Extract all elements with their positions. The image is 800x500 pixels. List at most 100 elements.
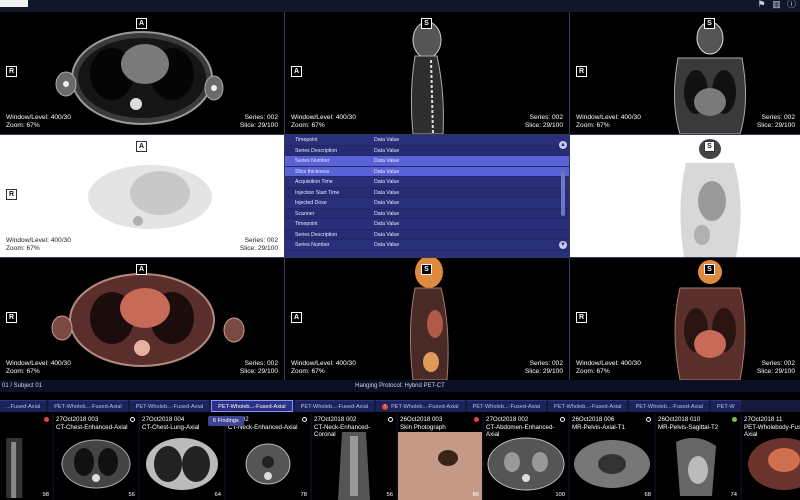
series-thumbnail[interactable]: 27Oct2018 11PET-Wholebody-Fused-Axial72 (742, 414, 800, 500)
row-value: Data Value (374, 200, 400, 206)
series-thumbnail[interactable]: 27Oct2018 002 CT-Neck-Enhanced-Coronal 56 (312, 414, 396, 500)
info-icon[interactable]: ⓘ (787, 0, 796, 9)
data-table-row[interactable]: Slice thickness Data Value (285, 166, 569, 177)
series-thumbnail[interactable]: ...8 002CT-Neck-Enhanced-Axial78 (226, 414, 310, 500)
thumbnail-image (245, 443, 291, 485)
row-key: Timepoint (295, 137, 318, 143)
series-tab[interactable]: PET-Wholeb...-Fused-Axial (629, 400, 709, 412)
viewport-info-right: Series: 002 Slice: 29/100 (240, 360, 278, 376)
thumbnail-description: CT-Chest-Enhanced-Axial (56, 424, 128, 431)
viewport-info-right: Series: 002 Slice: 29/100 (240, 114, 278, 130)
series-tab[interactable]: ...Fused-Axial (0, 400, 47, 412)
data-table-row[interactable]: Injection Start Time Data Value (285, 187, 569, 198)
series-number: Series: 002 (529, 360, 563, 367)
status-dot-icon (44, 417, 49, 422)
data-table-row[interactable]: Timepoint Data Value (285, 219, 569, 230)
row-value: Data Value (374, 168, 400, 175)
flag-icon[interactable]: ⚑ (757, 0, 766, 9)
window-level: Window/Level: 400/30 (576, 360, 641, 367)
series-number: Series: 002 (761, 114, 795, 121)
series-number: Series: 002 (244, 114, 278, 121)
data-table-row[interactable]: Series Description Data Value (285, 145, 569, 156)
series-tab[interactable]: PET-Wholeb...-Fused-Axial (294, 400, 375, 412)
data-table-row[interactable]: Series Description Data Value (285, 229, 569, 240)
series-tab[interactable]: PET-W (710, 400, 741, 412)
zoom-level: Zoom: 67% (6, 245, 40, 252)
series-thumbnail[interactable]: 27Oct2018 003 CT-Chest-Enhanced-Axial 56 (54, 414, 138, 500)
data-table-row[interactable]: Series Number Data Value (285, 156, 569, 167)
thumbnail-count: 64 (214, 492, 221, 498)
chevron-up-icon[interactable]: ▲ (559, 141, 567, 149)
hanging-protocol-label: Hanging Protocol: Hybrid PET-CT (355, 383, 445, 389)
window-level: Window/Level: 400/30 (6, 237, 71, 244)
thumbnail-image (61, 439, 131, 489)
thumbnail-count: 68 (644, 492, 651, 498)
tab-label: PET-Wholeb...-Fused-Axial (135, 404, 204, 410)
thumbnail-date: 26Oct2018 006 (572, 416, 615, 423)
series-thumbnail[interactable]: 27Oct2018 004 CT-Chest-Lung-Axial 64 (140, 414, 224, 500)
status-dot-icon (130, 417, 135, 422)
data-table-row[interactable]: Scanner Data Value (285, 208, 569, 219)
viewport-fused-sagittal[interactable]: S A Window/Level: 400/30 Zoom: 67% Serie… (285, 258, 569, 380)
row-key: Series Number (295, 158, 330, 164)
series-tabs: ...Fused-Axial PET-Wholeb...-Fused-Axial P… (0, 400, 800, 412)
tab-label: PET-Wholeb...-Fused-Axial (218, 404, 286, 410)
viewport-fused-coronal[interactable]: S R Window/Level: 400/30 Zoom: 67% Serie… (570, 258, 800, 380)
status-dot-icon (560, 417, 565, 422)
thumbnail-date: 26Oct2018 010 (658, 416, 701, 423)
series-tab[interactable]: ! PET-Wholeb...-Fused-Axial (376, 400, 465, 412)
viewport-ct-axial[interactable]: A R Window/Level: 400/30 Zoom: 67% Serie… (0, 12, 284, 134)
slice-number: Slice: 29/100 (756, 368, 795, 375)
row-key: Injection Start Time (295, 189, 340, 196)
series-tab[interactable]: PET-Wholeb...-Fused-Axial (48, 400, 128, 412)
viewport-pet-coronal[interactable]: S (570, 135, 800, 257)
thumbnail-description: MR-Pelvis-Axial-T1 (572, 424, 625, 431)
viewport-ct-sagittal[interactable]: S A Window/Level: 400/30 Zoom: 67% Serie… (285, 12, 569, 134)
series-number: Series: 002 (244, 237, 278, 244)
series-tab[interactable]: PET-Wholeb...-Fused-Axial (466, 400, 547, 412)
chevron-down-icon[interactable]: ▼ (559, 241, 567, 249)
app-logo (0, 0, 28, 7)
data-table-row[interactable]: Series Number Data Value (285, 240, 569, 251)
thumbnail-count: 74 (730, 492, 737, 498)
row-value: Data Value (374, 147, 400, 154)
data-table-panel[interactable]: Timepoint Data Value Series Description Dat… (285, 135, 569, 257)
row-key: Timepoint (295, 221, 318, 227)
findings-badge[interactable]: 6 Findings (208, 416, 244, 426)
viewport-info-right: Series: 002 Slice: 29/100 (757, 360, 795, 376)
viewport-info-right: Series: 002 Slice: 29/100 (525, 360, 563, 376)
series-tab[interactable]: PET-Wholeb...-Fused-Axial (129, 400, 210, 412)
series-thumbnail[interactable]: 27Oct2018 002 CT-Abdomen-Enhanced-Axial 10… (484, 414, 568, 500)
series-thumbnail[interactable]: 26Oct2018 010 MR-Pelvis-Sagittal-T2 74 (656, 414, 740, 500)
series-number: Series: 002 (761, 360, 795, 367)
thumbnail-image (748, 438, 800, 490)
series-thumbnail[interactable]: 98 (0, 414, 52, 500)
viewport-pet-axial[interactable]: A R Window/Level: 400/30 Zoom: 67% Serie… (0, 135, 284, 257)
slice-number: Slice: 29/100 (239, 122, 278, 129)
viewport-ct-coronal[interactable]: S R Window/Level: 400/30 Zoom: 67% Serie… (570, 12, 800, 134)
slice-number: Slice: 29/100 (524, 368, 563, 375)
scroll-thumb[interactable] (561, 171, 565, 216)
data-table-scrollbar[interactable]: ▲ ▼ (559, 141, 567, 249)
orientation-marker: S (421, 18, 432, 29)
viewport-fused-axial[interactable]: A R Window/Level: 400/30 Zoom: 67% Serie… (0, 258, 284, 380)
thumbnail-count: 56 (128, 492, 135, 498)
data-table-row[interactable]: Timepoint Data Value (285, 135, 569, 146)
thumbnail-date: 27Oct2018 004 (142, 416, 185, 423)
pet-coronal-image (680, 139, 741, 257)
row-value: Data Value (374, 210, 400, 217)
columns-icon[interactable]: ▥ (772, 0, 781, 9)
series-thumbnail[interactable]: 26Oct2018 003 Skin Photograph 86 (398, 414, 482, 500)
series-tab[interactable]: PET-Wholeb...-Fused-Axial (548, 400, 628, 412)
data-table-row[interactable]: Injected Dose Data Value (285, 198, 569, 209)
series-tab[interactable]: PET-Wholeb...-Fused-Axial (211, 400, 293, 412)
window-level: Window/Level: 400/30 (291, 360, 356, 367)
data-table-row[interactable]: Acquisition Time Data Value (285, 177, 569, 188)
data-table[interactable]: Timepoint Data Value Series Description Dat… (285, 135, 569, 257)
thumbnail-description: Skin Photograph (400, 424, 446, 431)
series-thumbnail[interactable]: 26Oct2018 006 MR-Pelvis-Axial-T1 68 (570, 414, 654, 500)
tab-label: PET-Wholeb...-Fused-Axial (300, 404, 369, 410)
tab-label: PET-Wholeb...-Fused-Axial (635, 404, 703, 410)
thumbnail-description: CT-Abdomen-Enhanced-Axial (486, 424, 555, 438)
tab-label: ...Fused-Axial (6, 404, 41, 410)
